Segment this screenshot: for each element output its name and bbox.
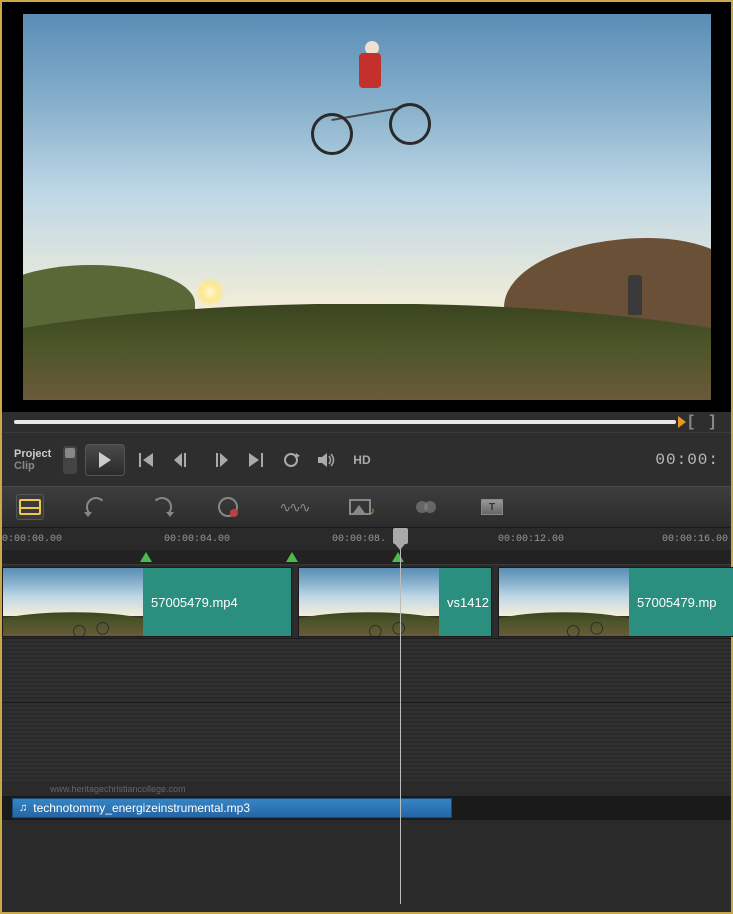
undo-button[interactable] [82, 494, 110, 520]
redo-icon [152, 497, 172, 517]
timeline-toolbar: ∿∿∿ T [2, 486, 731, 528]
step-fwd-button[interactable] [205, 446, 233, 474]
ruler-tick: 0:00:00.00 [2, 534, 62, 545]
mark-out-button[interactable]: ] [706, 413, 719, 431]
undo-icon [86, 497, 106, 517]
video-track[interactable]: 🔊 57005479.mp4 vs1412 🔊 57005479.mp [2, 564, 731, 638]
reel-icon [218, 497, 238, 517]
mode-project-label: Project [14, 448, 51, 460]
playhead-handle[interactable] [393, 528, 408, 544]
clip-label: 57005479.mp4 [143, 568, 291, 636]
record-button[interactable] [214, 494, 242, 520]
video-clip[interactable]: vs1412 [298, 567, 492, 637]
clip-thumbnail: 🔊 [3, 568, 143, 636]
watermark-text: www.heritagechristiancollege.com [2, 782, 731, 796]
effects-button[interactable] [412, 494, 440, 520]
overlay-track[interactable] [2, 638, 731, 702]
video-clip[interactable]: 🔊 57005479.mp [498, 567, 733, 637]
wave-icon: ∿∿∿ [279, 499, 308, 516]
audio-clip-label: technotommy_energizeinstrumental.mp3 [33, 801, 250, 815]
ruler-tick: 00:00:16.00 [662, 534, 728, 545]
loop-button[interactable] [277, 446, 305, 474]
clip-thumbnail [299, 568, 439, 636]
play-button[interactable] [85, 444, 125, 476]
playback-controls: Project Clip HD 00:00: [2, 432, 731, 486]
redo-button[interactable] [148, 494, 176, 520]
go-start-button[interactable] [133, 446, 161, 474]
audio-track[interactable]: ♫ technotommy_energizeinstrumental.mp3 [2, 796, 731, 820]
timeline-ruler[interactable]: 0:00:00.00 00:00:04.00 00:00:08. 00:00:1… [2, 528, 731, 550]
go-end-button[interactable] [241, 446, 269, 474]
ruler-tick: 00:00:12.00 [498, 534, 564, 545]
clip-thumbnail: 🔊 [499, 568, 629, 636]
ruler-tick: 00:00:08. [332, 534, 386, 545]
marker[interactable] [140, 552, 152, 562]
preview-frame [23, 14, 711, 400]
audio-clip[interactable]: ♫ technotommy_energizeinstrumental.mp3 [12, 798, 452, 818]
video-preview [2, 2, 731, 412]
clip-label: 57005479.mp [629, 568, 733, 636]
timecode-display[interactable]: 00:00: [655, 451, 719, 469]
storyboard-toggle[interactable] [16, 494, 44, 520]
scrubber-track[interactable] [14, 420, 676, 424]
scrubber-row: [ ] [2, 412, 731, 432]
marker[interactable] [392, 552, 404, 562]
title-button[interactable]: T [478, 494, 506, 520]
mode-toggle[interactable] [63, 446, 77, 474]
volume-button[interactable] [313, 446, 341, 474]
marker[interactable] [286, 552, 298, 562]
title-track[interactable] [2, 702, 731, 782]
playhead[interactable] [400, 528, 401, 904]
blur-icon [416, 499, 436, 515]
music-note-icon: ♫ [19, 802, 27, 814]
auto-music-button[interactable] [346, 494, 374, 520]
audio-mixer-button[interactable]: ∿∿∿ [280, 494, 308, 520]
storyboard-icon [19, 499, 41, 515]
text-icon: T [481, 499, 503, 515]
step-back-button[interactable] [169, 446, 197, 474]
marker-row[interactable] [2, 550, 731, 564]
play-icon [99, 452, 111, 468]
hd-label[interactable]: HD [353, 453, 370, 467]
pic-music-icon [349, 499, 371, 515]
mode-clip-label: Clip [14, 460, 51, 472]
mode-labels: Project Clip [14, 448, 51, 472]
clip-label: vs1412 [439, 568, 491, 636]
video-clip[interactable]: 🔊 57005479.mp4 [2, 567, 292, 637]
scrubber-end-marker[interactable] [678, 416, 686, 428]
ruler-tick: 00:00:04.00 [164, 534, 230, 545]
